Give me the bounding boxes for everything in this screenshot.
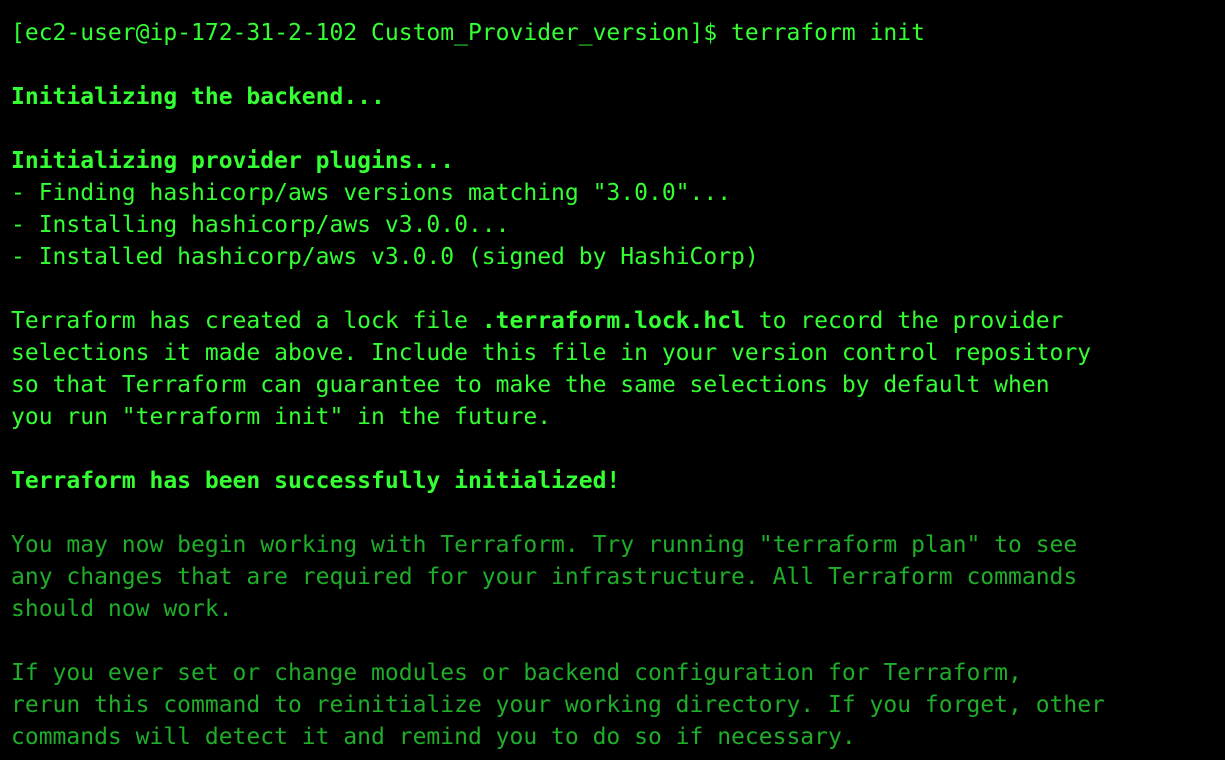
command-prompt: [ec2-user@ip-172-31-2-102 Custom_Provide… — [11, 20, 925, 46]
lock-info-line: so that Terraform can guarantee to make … — [11, 372, 1050, 398]
reinit-line: If you ever set or change modules or bac… — [11, 660, 1022, 686]
init-backend-heading: Initializing the backend... — [11, 84, 385, 110]
terminal-window[interactable]: [ec2-user@ip-172-31-2-102 Custom_Provide… — [0, 0, 1225, 760]
lock-file-name: .terraform.lock.hcl — [481, 308, 745, 334]
reinit-line: commands will detect it and remind you t… — [11, 724, 856, 750]
plugin-line: - Finding hashicorp/aws versions matchin… — [11, 180, 732, 206]
lock-text-pre: Terraform has created a lock file — [11, 308, 482, 334]
next-steps-line: should now work. — [11, 596, 233, 622]
lock-text-post: to record the provider — [744, 308, 1064, 334]
lock-file-line: Terraform has created a lock file .terra… — [11, 305, 1225, 337]
success-message: Terraform has been successfully initiali… — [11, 468, 621, 494]
plugin-line: - Installing hashicorp/aws v3.0.0... — [11, 212, 510, 238]
plugin-line: - Installed hashicorp/aws v3.0.0 (signed… — [11, 244, 759, 270]
lock-info-line: you run "terraform init" in the future. — [11, 404, 552, 430]
init-plugins-heading: Initializing provider plugins... — [11, 148, 455, 174]
reinit-line: rerun this command to reinitialize your … — [11, 692, 1105, 718]
lock-info-line: selections it made above. Include this f… — [11, 340, 1092, 366]
next-steps-line: You may now begin working with Terraform… — [11, 532, 1078, 558]
next-steps-line: any changes that are required for your i… — [11, 564, 1078, 590]
